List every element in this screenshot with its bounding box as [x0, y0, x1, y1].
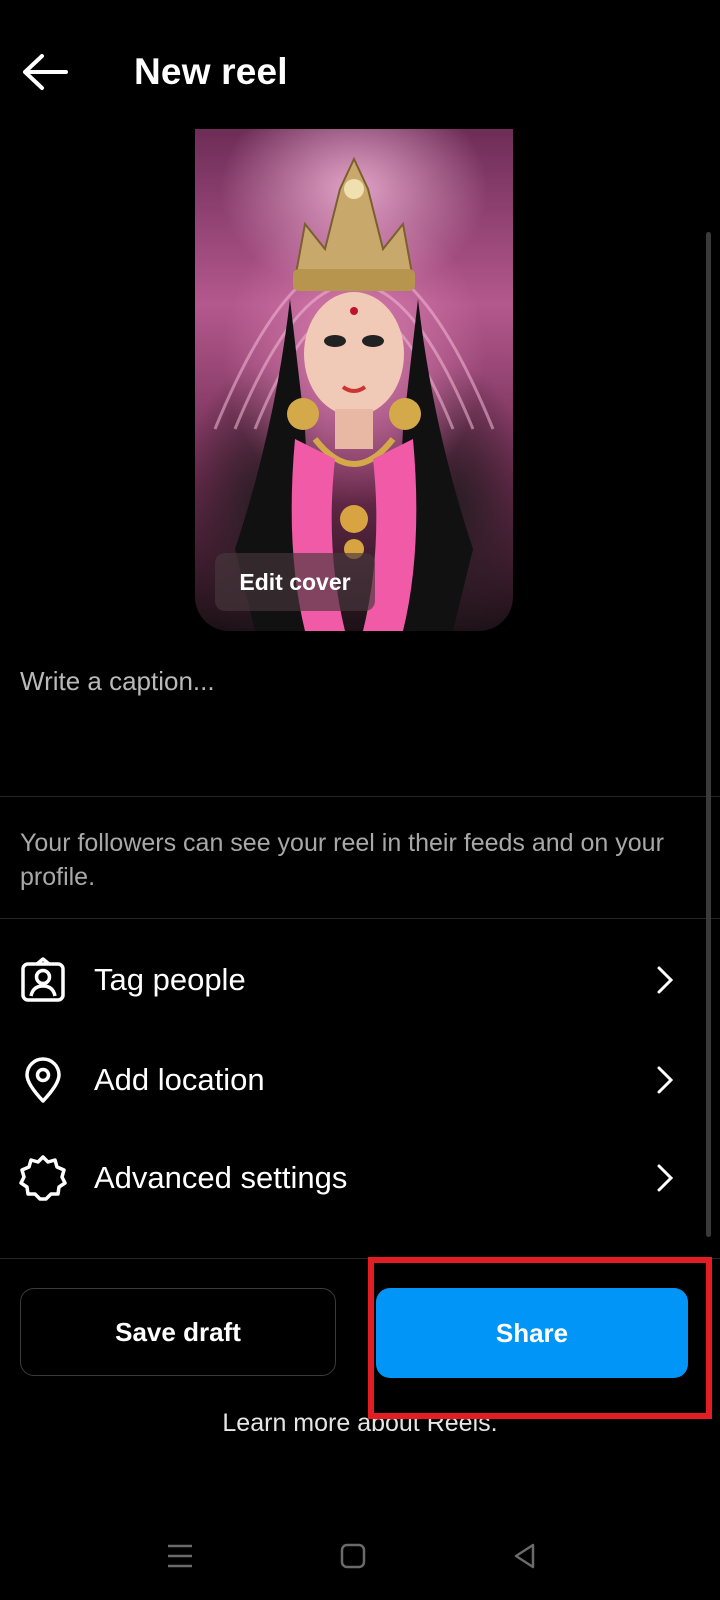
location-pin-icon [18, 1055, 68, 1105]
reel-cover-thumbnail[interactable]: Edit cover [195, 129, 513, 631]
advanced-settings-row[interactable]: Advanced settings [0, 1138, 720, 1218]
tag-person-icon [18, 955, 68, 1005]
divider [0, 918, 720, 919]
save-draft-button[interactable]: Save draft [20, 1288, 336, 1376]
scrollbar[interactable] [706, 232, 711, 1237]
arrow-left-icon [23, 54, 68, 90]
edit-cover-button[interactable]: Edit cover [215, 553, 375, 611]
divider [0, 796, 720, 797]
tag-people-row[interactable]: Tag people [0, 940, 720, 1020]
back-triangle-icon[interactable] [500, 1528, 550, 1584]
visibility-info-text: Your followers can see your reel in thei… [20, 829, 664, 891]
caption-input[interactable] [20, 666, 680, 697]
highlight-annotation-box [368, 1257, 712, 1419]
back-button[interactable] [14, 46, 74, 98]
add-location-row[interactable]: Add location [0, 1040, 720, 1120]
add-location-label: Add location [94, 1062, 265, 1097]
chevron-right-icon [650, 965, 680, 995]
tag-people-label: Tag people [94, 962, 246, 997]
advanced-settings-label: Advanced settings [94, 1160, 348, 1195]
page-title: New reel [134, 51, 288, 92]
home-square-icon[interactable] [328, 1528, 378, 1584]
menu-icon[interactable] [155, 1528, 205, 1584]
chevron-right-icon [650, 1163, 680, 1193]
settings-gear-icon [18, 1153, 68, 1203]
chevron-right-icon [650, 1065, 680, 1095]
